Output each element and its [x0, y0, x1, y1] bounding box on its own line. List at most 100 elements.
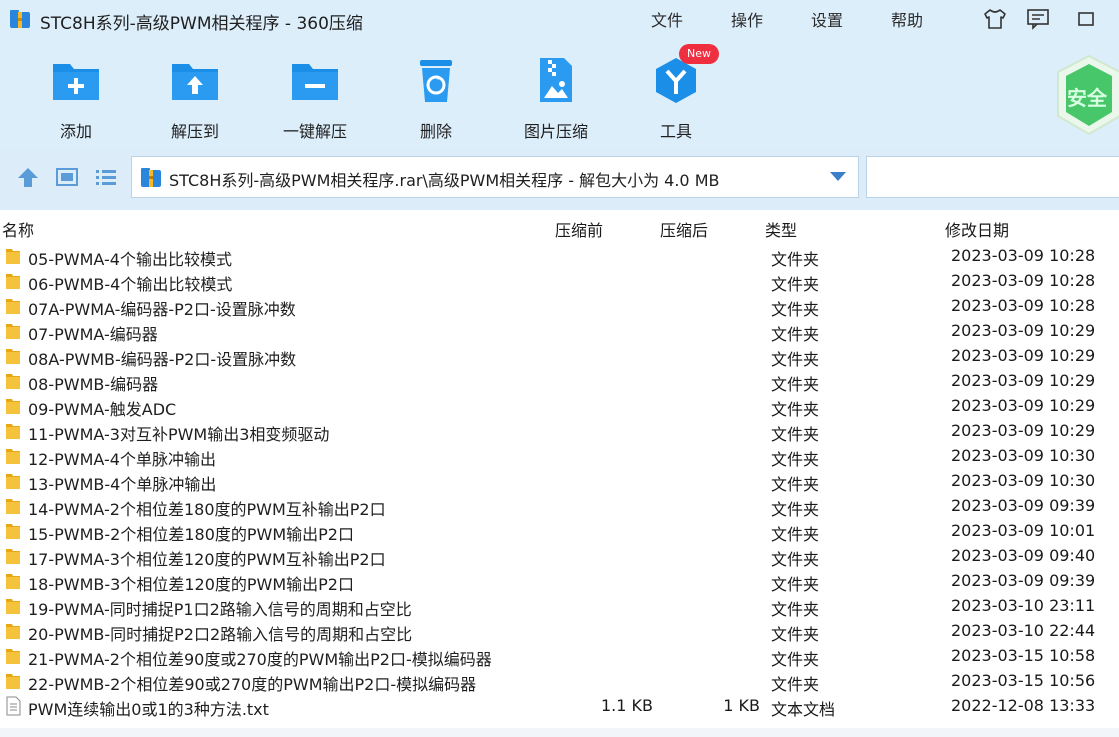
file-type: 文件夹	[771, 325, 820, 344]
file-type: 文件夹	[771, 300, 820, 319]
folder-icon	[4, 596, 22, 616]
menu-settings[interactable]: 设置	[811, 7, 843, 31]
file-row[interactable]: 15-PWMB-2个相位差180度的PWM输出P2口 文件夹 2023-03-09 …	[0, 519, 1119, 544]
file-type: 文件夹	[771, 600, 820, 619]
address-path: STC8H系列-高级PWM相关程序.rar\高级PWM相关程序 - 解包大小为 …	[169, 171, 720, 190]
toolbar-image-compress-button[interactable]: 图片压缩	[506, 56, 606, 142]
file-type: 文件夹	[771, 375, 820, 394]
rar-archive-icon	[141, 168, 161, 187]
file-row[interactable]: 06-PWMB-4个输出比较模式 文件夹 2023-03-09 10:28	[0, 269, 1119, 294]
list-view-icon[interactable]	[94, 166, 118, 188]
chevron-down-icon[interactable]	[830, 172, 846, 181]
file-date: 2023-03-09 10:01	[951, 521, 1096, 540]
file-name: 11-PWMA-3对互补PWM输出3相变频驱动	[28, 425, 330, 444]
folder-icon	[4, 321, 22, 341]
file-row[interactable]: 22-PWMB-2个相位差90或270度的PWM输出P2口-模拟编码器 文件夹 20…	[0, 669, 1119, 694]
folder-icon	[4, 421, 22, 441]
file-row[interactable]: 20-PWMB-同时捕捉P2口2路输入信号的周期和占空比 文件夹 2023-03-1…	[0, 619, 1119, 644]
tshirt-icon[interactable]	[983, 8, 1007, 30]
delete-icon	[420, 60, 452, 102]
file-row[interactable]: 11-PWMA-3对互补PWM输出3相变频驱动 文件夹 2023-03-09 10:…	[0, 419, 1119, 444]
folder-icon	[4, 346, 22, 366]
up-arrow-icon[interactable]	[16, 166, 40, 188]
column-type[interactable]: 类型	[765, 217, 797, 241]
file-row[interactable]: 12-PWMA-4个单脉冲输出 文件夹 2023-03-09 10:30	[0, 444, 1119, 469]
folder-icon	[4, 296, 22, 316]
file-row[interactable]: 08-PWMB-编码器 文件夹 2023-03-09 10:29	[0, 369, 1119, 394]
file-name: 21-PWMA-2个相位差90度或270度的PWM输出P2口-模拟编码器	[28, 650, 492, 669]
column-header-row: 名称 压缩前 压缩后 类型 修改日期	[0, 212, 1119, 242]
folder-icon	[4, 546, 22, 566]
folder-icon	[4, 246, 22, 266]
file-type: 文件夹	[771, 675, 820, 694]
file-type: 文件夹	[771, 425, 820, 444]
file-row[interactable]: 07A-PWMA-编码器-P2口-设置脉冲数 文件夹 2023-03-09 10:2…	[0, 294, 1119, 319]
menu-file[interactable]: 文件	[651, 7, 683, 31]
security-label: 安全	[1067, 86, 1107, 110]
toolbar-delete-button[interactable]: 删除	[386, 56, 486, 142]
file-size-before: 1.1 KB	[601, 696, 653, 715]
file-name: 12-PWMA-4个单脉冲输出	[28, 450, 216, 469]
search-input[interactable]	[866, 156, 1119, 198]
file-row[interactable]: 17-PWMA-3个相位差120度的PWM互补输出P2口 文件夹 2023-03-0…	[0, 544, 1119, 569]
file-row[interactable]: 14-PWMA-2个相位差180度的PWM互补输出P2口 文件夹 2023-03-0…	[0, 494, 1119, 519]
column-before[interactable]: 压缩前	[555, 217, 603, 241]
toolbar-one-click-extract-label: 一键解压	[282, 122, 347, 141]
file-row[interactable]: 21-PWMA-2个相位差90度或270度的PWM输出P2口-模拟编码器 文件夹 2…	[0, 644, 1119, 669]
file-date: 2023-03-15 10:58	[951, 646, 1096, 665]
file-row[interactable]: 08A-PWMB-编码器-P2口-设置脉冲数 文件夹 2023-03-09 10:2…	[0, 344, 1119, 369]
file-date: 2023-03-09 09:40	[951, 546, 1096, 565]
file-date: 2023-03-15 10:56	[951, 671, 1096, 690]
folder-icon	[4, 521, 22, 541]
file-row[interactable]: 09-PWMA-触发ADC 文件夹 2023-03-09 10:29	[0, 394, 1119, 419]
file-row[interactable]: 07-PWMA-编码器 文件夹 2023-03-09 10:29	[0, 319, 1119, 344]
file-type: 文件夹	[771, 275, 820, 294]
file-name: 13-PWMB-4个单脉冲输出	[28, 475, 217, 494]
menu-help[interactable]: 帮助	[891, 7, 923, 31]
menu-operate[interactable]: 操作	[731, 7, 763, 31]
column-after[interactable]: 压缩后	[660, 217, 708, 241]
thumbnail-view-icon[interactable]	[55, 166, 79, 188]
window-title: STC8H系列-高级PWM相关程序 - 360压缩	[40, 14, 363, 34]
file-date: 2023-03-10 23:11	[951, 596, 1096, 615]
folder-icon	[4, 396, 22, 416]
file-size-after: 1 KB	[723, 696, 760, 715]
folder-icon	[4, 496, 22, 516]
file-name: PWM连续输出0或1的3种方法.txt	[28, 700, 269, 719]
file-date: 2023-03-09 10:30	[951, 446, 1096, 465]
file-date: 2023-03-10 22:44	[951, 621, 1096, 640]
file-row[interactable]: 13-PWMB-4个单脉冲输出 文件夹 2023-03-09 10:30	[0, 469, 1119, 494]
file-date: 2023-03-09 09:39	[951, 571, 1096, 590]
file-type: 文件夹	[771, 625, 820, 644]
folder-icon	[4, 371, 22, 391]
file-type: 文件夹	[771, 400, 820, 419]
file-row[interactable]: PWM连续输出0或1的3种方法.txt 1.1 KB 1 KB 文本文档 2022-12…	[0, 694, 1119, 719]
file-name: 19-PWMA-同时捕捉P1口2路输入信号的周期和占空比	[28, 600, 412, 619]
file-type: 文件夹	[771, 250, 820, 269]
column-modified[interactable]: 修改日期	[945, 217, 1009, 241]
file-date: 2023-03-09 10:29	[951, 371, 1096, 390]
file-row[interactable]: 05-PWMA-4个输出比较模式 文件夹 2023-03-09 10:28	[0, 244, 1119, 269]
folder-icon	[4, 446, 22, 466]
file-name: 14-PWMA-2个相位差180度的PWM互补输出P2口	[28, 500, 386, 519]
toolbar-add-label: 添加	[59, 122, 92, 141]
file-date: 2023-03-09 10:29	[951, 396, 1096, 415]
file-row[interactable]: 18-PWMB-3个相位差120度的PWM输出P2口 文件夹 2023-03-09 …	[0, 569, 1119, 594]
toolbar-extract-to-button[interactable]: 解压到	[145, 56, 245, 142]
toolbar-one-click-extract-button[interactable]: 一键解压	[265, 56, 365, 142]
toolbar-tools-button[interactable]: 工具	[626, 56, 726, 142]
file-type: 文件夹	[771, 500, 820, 519]
column-name[interactable]: 名称	[2, 217, 34, 241]
folder-icon	[4, 646, 22, 666]
file-type: 文件夹	[771, 525, 820, 544]
file-row[interactable]: 19-PWMA-同时捕捉P1口2路输入信号的周期和占空比 文件夹 2023-03-1…	[0, 594, 1119, 619]
minimize-icon[interactable]	[1075, 8, 1105, 30]
status-strip	[0, 728, 1119, 737]
address-bar[interactable]: STC8H系列-高级PWM相关程序.rar\高级PWM相关程序 - 解包大小为 …	[131, 156, 859, 198]
new-badge: New	[679, 44, 719, 64]
file-name: 07-PWMA-编码器	[28, 325, 158, 344]
feedback-icon[interactable]	[1026, 8, 1050, 30]
toolbar-delete-label: 删除	[419, 122, 452, 141]
security-badge[interactable]: 安全	[1054, 54, 1119, 136]
toolbar-add-button[interactable]: 添加	[26, 56, 126, 142]
